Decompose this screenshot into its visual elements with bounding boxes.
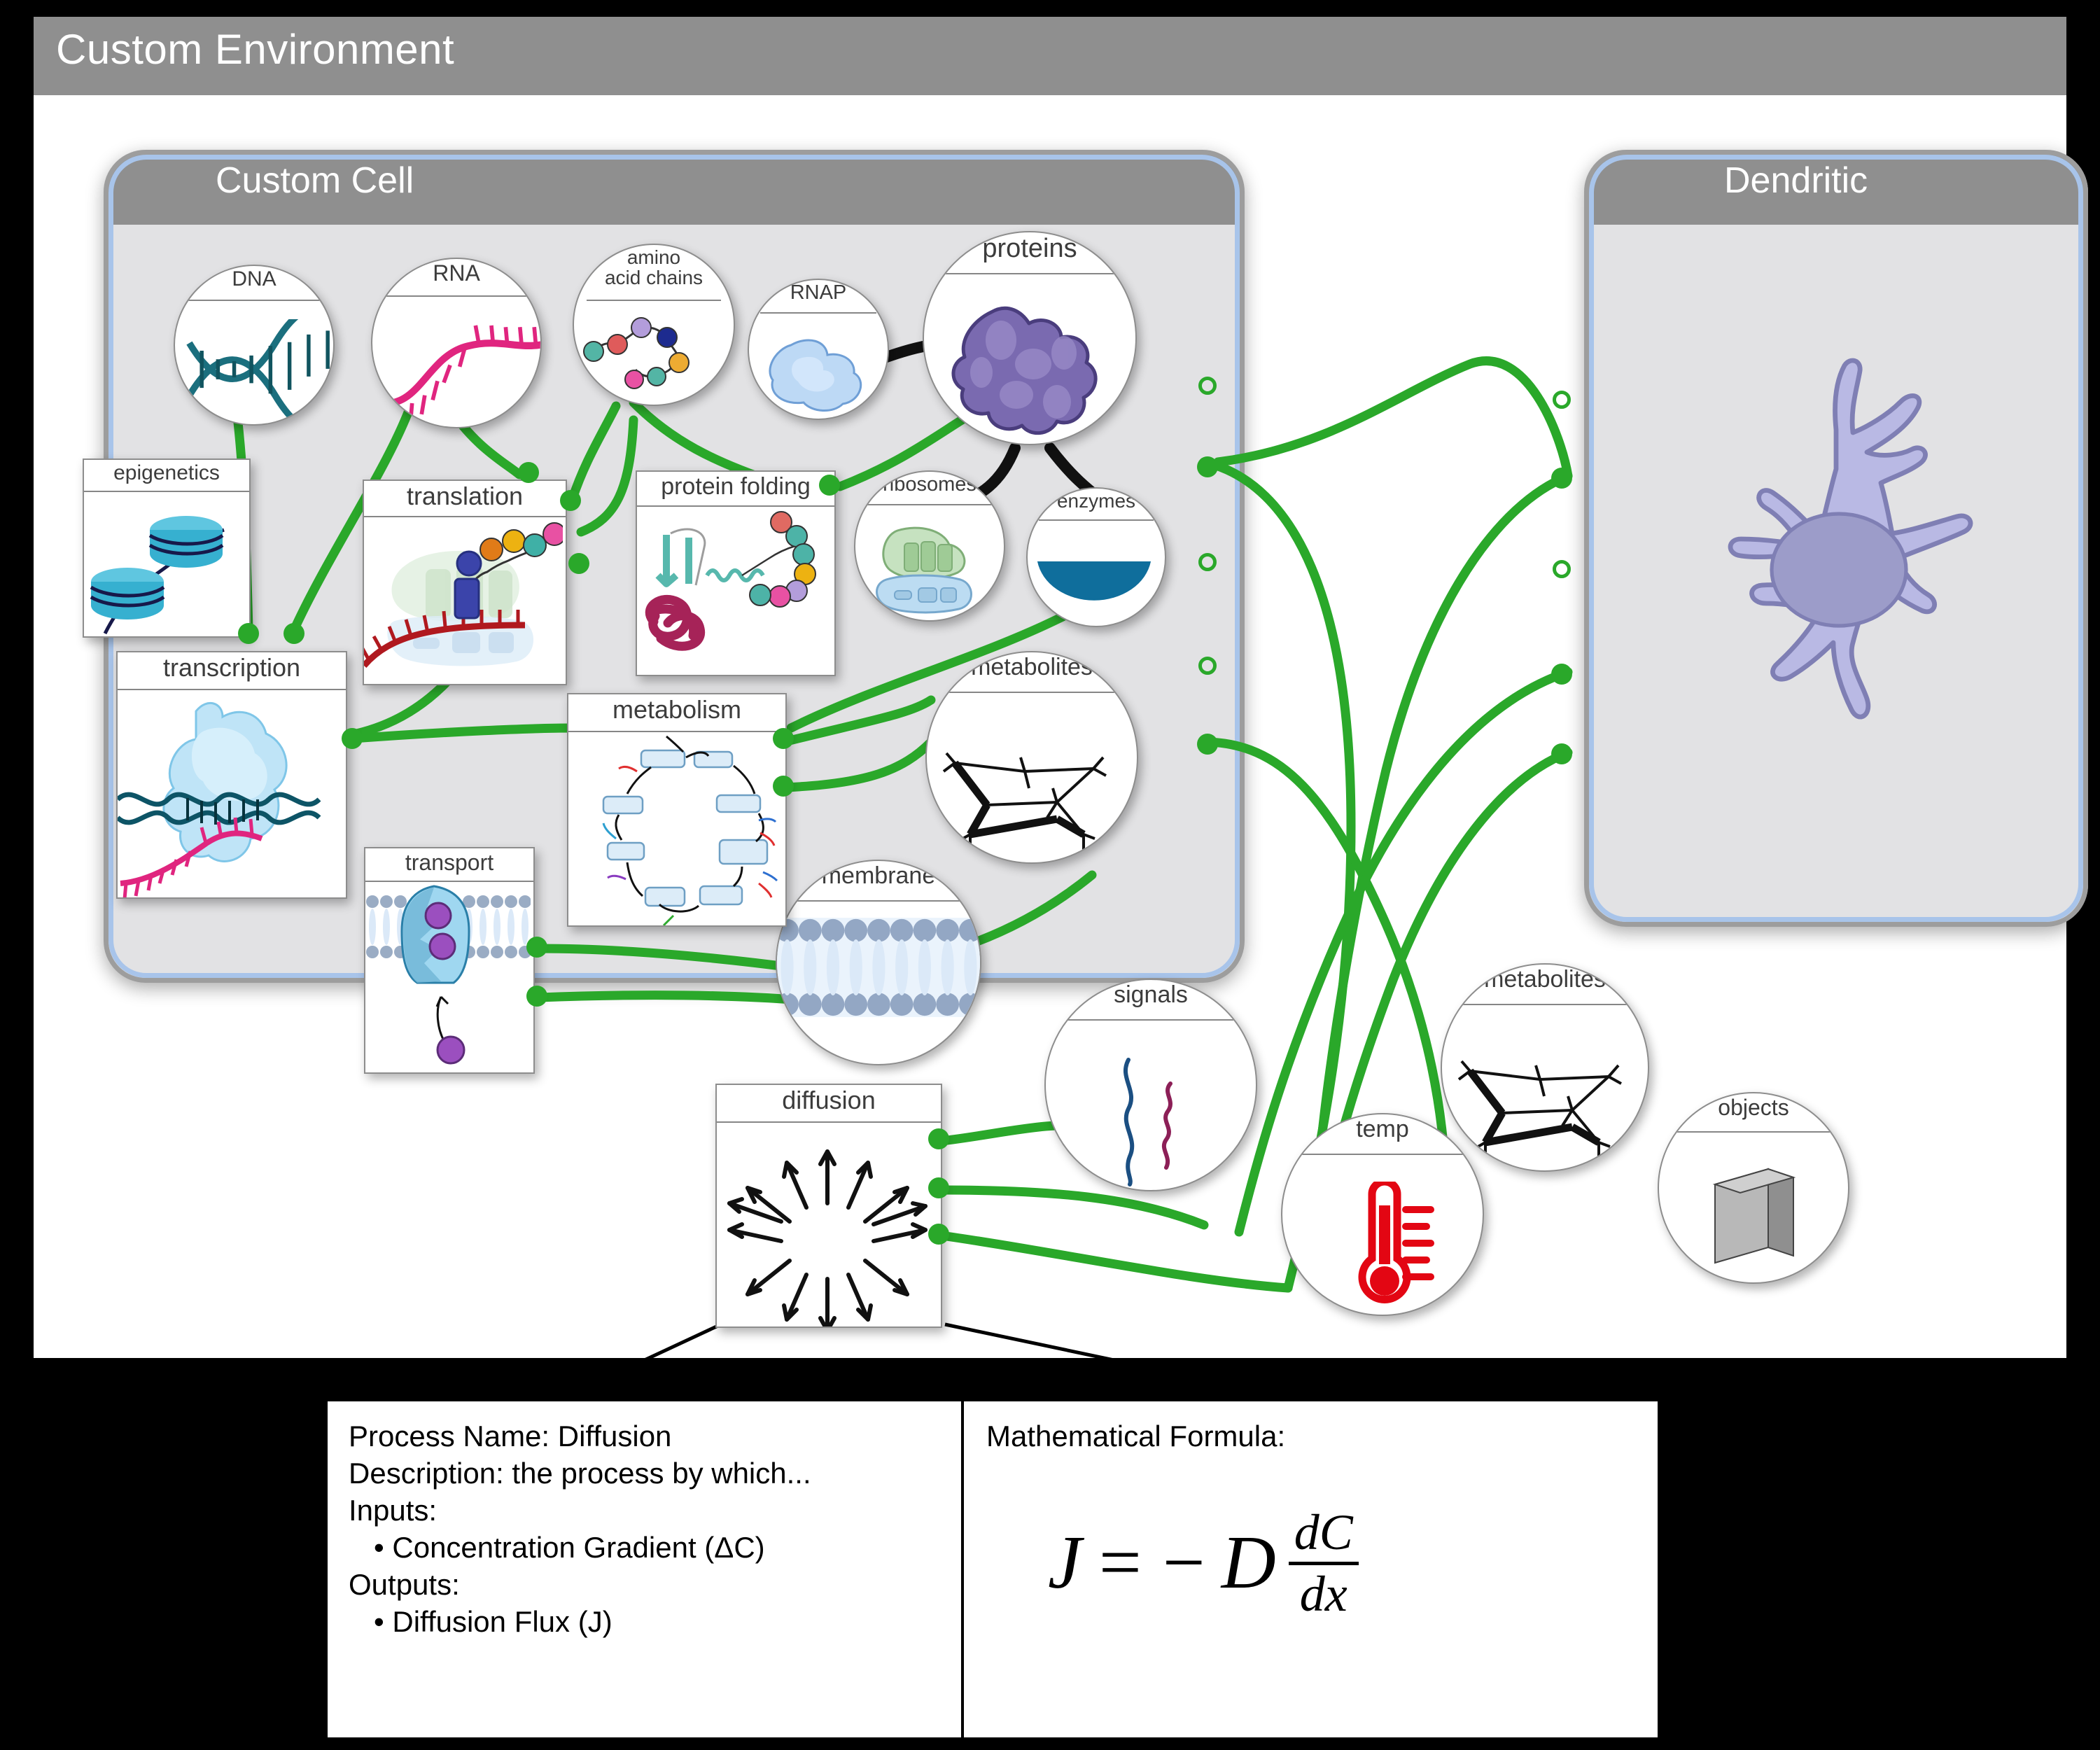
amino-chain-icon bbox=[583, 317, 690, 389]
formula-numerator: dC bbox=[1294, 1504, 1353, 1560]
port-transport-out-1[interactable] bbox=[526, 937, 547, 958]
node-rna[interactable]: RNA bbox=[371, 258, 542, 428]
node-transcription-label: transcription bbox=[162, 653, 301, 682]
lipid-bilayer-icon bbox=[777, 918, 980, 1017]
diffusion-arrows-icon bbox=[727, 1149, 927, 1326]
folding-icon bbox=[645, 511, 816, 651]
port-diffusion-out-2[interactable] bbox=[928, 1177, 949, 1198]
formula-sign: − bbox=[1157, 1521, 1209, 1605]
node-ribosomes[interactable]: ribosomes bbox=[854, 470, 1005, 622]
formula-fraction: dC dx bbox=[1288, 1504, 1359, 1622]
node-epigenetics-label: epigenetics bbox=[113, 461, 220, 484]
node-membrane[interactable]: membrane bbox=[776, 860, 981, 1065]
enzyme-icon bbox=[1037, 561, 1151, 601]
input-item: • Concentration Gradient (ΔC) bbox=[374, 1530, 765, 1564]
process-info-left: Process Name: Diffusion Description: the… bbox=[328, 1401, 961, 1737]
node-transport[interactable]: transport bbox=[364, 847, 535, 1074]
port-dendritic-left-2[interactable] bbox=[1551, 468, 1572, 489]
port-translation-in-1[interactable] bbox=[518, 462, 539, 483]
process-description-line: Description: the process by which... bbox=[349, 1456, 811, 1490]
node-enzymes[interactable]: enzymes bbox=[1026, 487, 1166, 627]
formula-coefficient: D bbox=[1221, 1521, 1276, 1605]
node-diffusion-label: diffusion bbox=[782, 1086, 876, 1114]
port-dendritic-left-5[interactable] bbox=[1551, 743, 1572, 764]
inputs-label: Inputs: bbox=[349, 1493, 438, 1527]
node-rnap[interactable]: RNAP bbox=[748, 279, 889, 420]
port-translation-out[interactable] bbox=[568, 553, 589, 574]
node-amino-acid-chains[interactable]: amino acid chains bbox=[573, 244, 735, 406]
node-metabolism-label: metabolism bbox=[612, 695, 742, 724]
formula-expression: J = − D dC dx bbox=[1048, 1506, 1359, 1620]
port-diffusion-out-1[interactable] bbox=[928, 1128, 949, 1149]
formula-label: Mathematical Formula: bbox=[986, 1420, 1286, 1452]
environment-title: Custom Environment bbox=[56, 26, 455, 73]
node-diffusion[interactable]: diffusion bbox=[715, 1084, 942, 1328]
port-cell-right-1[interactable] bbox=[1198, 377, 1217, 395]
node-metabolites-external[interactable]: metabolites bbox=[1441, 963, 1649, 1172]
node-transport-label: transport bbox=[405, 850, 494, 875]
translation-icon bbox=[364, 522, 563, 668]
histone-icon bbox=[90, 516, 225, 635]
port-cell-right-4[interactable] bbox=[1198, 657, 1217, 675]
process-name-line: Process Name: Diffusion bbox=[349, 1420, 672, 1452]
port-dendritic-left-4[interactable] bbox=[1551, 664, 1572, 685]
node-metabolism[interactable]: metabolism bbox=[567, 693, 787, 927]
outputs-label: Outputs: bbox=[349, 1567, 460, 1601]
protein-blob-icon bbox=[951, 306, 1098, 435]
dendritic-cell-illustration bbox=[1728, 358, 1973, 720]
compartment-dendritic[interactable]: Dendritic bbox=[1584, 150, 2088, 927]
node-objects[interactable]: objects bbox=[1658, 1092, 1849, 1284]
molecule-skeleton-icon bbox=[942, 752, 1107, 850]
port-diffusion-out-3[interactable] bbox=[928, 1224, 949, 1245]
signal-squiggle-icon bbox=[1123, 1058, 1172, 1186]
formula-lhs: J bbox=[1048, 1521, 1082, 1605]
thermometer-icon bbox=[1358, 1182, 1434, 1303]
formula-denominator: dx bbox=[1299, 1565, 1348, 1622]
formula-fraction-bar bbox=[1288, 1561, 1359, 1565]
dendritic-title: Dendritic bbox=[1724, 160, 1868, 201]
custom-cell-title: Custom Cell bbox=[216, 160, 414, 201]
port-transport-out-2[interactable] bbox=[526, 986, 547, 1007]
port-metabolism-out-2[interactable] bbox=[773, 776, 794, 797]
node-metabolites-internal[interactable]: metabolites bbox=[925, 651, 1138, 864]
rna-strand-icon bbox=[382, 325, 540, 426]
port-cell-right-3[interactable] bbox=[1198, 553, 1217, 571]
port-metabolism-out-1[interactable] bbox=[773, 728, 794, 749]
formula-equals: = bbox=[1093, 1521, 1145, 1605]
environment-title-bar: Custom Environment bbox=[34, 17, 2066, 95]
node-epigenetics[interactable]: epigenetics bbox=[83, 458, 251, 638]
output-item: • Diffusion Flux (J) bbox=[374, 1604, 612, 1638]
node-proteins[interactable]: proteins bbox=[923, 231, 1137, 445]
port-transcription-in-2[interactable] bbox=[284, 623, 304, 644]
port-cell-right-2[interactable] bbox=[1197, 456, 1218, 477]
port-dendritic-left-3[interactable] bbox=[1553, 560, 1571, 578]
port-transcription-out[interactable] bbox=[342, 728, 363, 749]
process-info-panel[interactable]: Process Name: Diffusion Description: the… bbox=[328, 1401, 1658, 1737]
port-dendritic-left-1[interactable] bbox=[1553, 391, 1571, 409]
node-protein-folding[interactable]: protein folding bbox=[636, 470, 836, 676]
port-cell-right-5[interactable] bbox=[1197, 734, 1218, 755]
node-translation[interactable]: translation bbox=[363, 479, 567, 685]
port-transcription-in-1[interactable] bbox=[238, 623, 259, 644]
rnap-blob-icon bbox=[769, 339, 862, 412]
metabolic-cycle-icon bbox=[602, 735, 778, 925]
transcription-icon bbox=[118, 702, 321, 897]
node-signals[interactable]: signals bbox=[1044, 979, 1257, 1191]
slab-3d-icon bbox=[1712, 1168, 1796, 1264]
transporter-icon bbox=[366, 885, 531, 1065]
node-temp[interactable]: temp bbox=[1281, 1113, 1484, 1316]
port-translation-in-2[interactable] bbox=[560, 490, 581, 511]
port-protein-folding-out[interactable] bbox=[819, 475, 840, 496]
ribosome-icon bbox=[876, 526, 972, 614]
node-translation-label: translation bbox=[406, 482, 524, 510]
node-transcription[interactable]: transcription bbox=[116, 651, 347, 899]
molecule-skeleton-icon bbox=[1457, 1060, 1622, 1158]
node-dna[interactable]: DNA bbox=[174, 265, 335, 426]
node-protein-folding-label: protein folding bbox=[661, 473, 811, 500]
process-info-right: Mathematical Formula: J = − D dC dx bbox=[964, 1401, 1658, 1737]
dna-helix-icon bbox=[186, 319, 333, 424]
